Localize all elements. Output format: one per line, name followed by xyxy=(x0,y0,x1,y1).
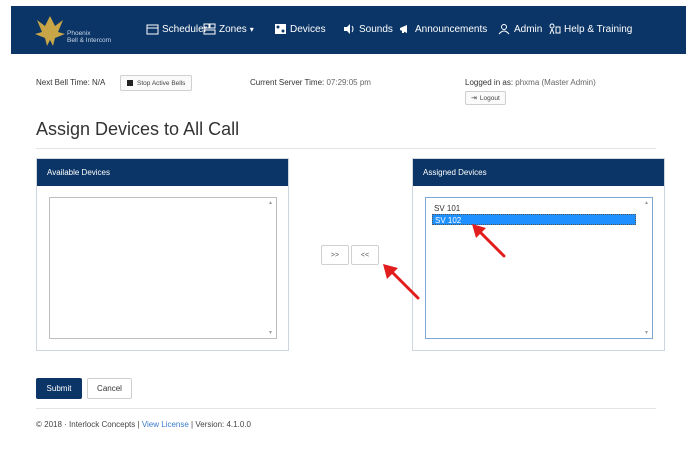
speaker-icon xyxy=(344,24,354,34)
devices-icon xyxy=(275,24,286,34)
stop-active-bells-label: Stop Active Bells xyxy=(137,79,186,87)
logged-in-status: Logged in as: phxma (Master Admin) xyxy=(465,78,596,87)
phoenix-bird-icon xyxy=(35,16,65,46)
next-bell-value: N/A xyxy=(92,78,106,87)
server-time-status: Current Server Time: 07:29:05 pm xyxy=(250,78,371,87)
footer-version: | Version: 4.1.0.0 xyxy=(191,420,251,429)
user-icon xyxy=(498,24,510,35)
assigned-devices-header: Assigned Devices xyxy=(413,159,664,186)
annotation-arrow-icon xyxy=(383,264,420,300)
nav-devices-label: Devices xyxy=(290,23,326,35)
top-navbar: Phoenix Bell & Intercom Scheduler Zones … xyxy=(11,6,686,54)
stop-active-bells-button[interactable]: Stop Active Bells xyxy=(120,75,193,91)
calendar-icon xyxy=(146,24,159,35)
submit-button[interactable]: Submit xyxy=(36,378,82,399)
stop-icon xyxy=(127,80,133,86)
logged-in-label: Logged in as: xyxy=(465,78,514,87)
next-bell-status: Next Bell Time: N/A xyxy=(36,78,105,87)
nav-zones[interactable]: Zones ▾ xyxy=(203,23,254,35)
list-item-sv101[interactable]: SV 101 xyxy=(432,203,636,214)
zones-icon xyxy=(203,23,216,35)
scroll-down-icon[interactable]: ▼ xyxy=(268,330,273,336)
server-time-label: Current Server Time: xyxy=(250,78,325,87)
nav-sounds[interactable]: Sounds xyxy=(343,23,393,35)
logout-label: Logout xyxy=(479,94,500,102)
megaphone-icon xyxy=(400,25,407,33)
nav-admin[interactable]: Admin xyxy=(498,23,542,35)
main-panel: Next Bell Time: N/A Stop Active Bells Cu… xyxy=(24,67,669,449)
available-devices-listbox[interactable]: ▲ ▼ xyxy=(49,197,277,339)
remove-device-button[interactable]: << xyxy=(351,245,379,265)
nav-scheduler-label: Scheduler xyxy=(162,23,208,35)
available-devices-header: Available Devices xyxy=(37,159,288,186)
nav-scheduler[interactable]: Scheduler xyxy=(146,23,207,35)
server-time-value: 07:29:05 pm xyxy=(326,78,371,87)
nav-help-label: Help & Training xyxy=(564,23,633,35)
assigned-devices-panel: Assigned Devices SV 101 SV 102 ▲ ▼ xyxy=(412,158,665,351)
available-devices-panel: Available Devices ▲ ▼ xyxy=(36,158,289,351)
cancel-button[interactable]: Cancel xyxy=(87,378,132,399)
chevron-down-icon: ▾ xyxy=(249,24,254,34)
nav-announcements-label: Announcements xyxy=(415,23,488,35)
scroll-up-icon[interactable]: ▲ xyxy=(644,200,649,206)
add-device-button[interactable]: >> xyxy=(321,245,349,265)
phoenix-logo[interactable]: Phoenix Bell & Intercom xyxy=(33,12,123,50)
nav-admin-label: Admin xyxy=(514,23,543,35)
view-license-link[interactable]: View License xyxy=(142,420,189,429)
brand-name: Phoenix xyxy=(67,30,91,37)
footer-divider xyxy=(36,408,656,409)
annotation-arrow-icon xyxy=(472,224,506,258)
scroll-up-icon[interactable]: ▲ xyxy=(268,200,273,206)
logged-in-value: phxma (Master Admin) xyxy=(515,78,596,87)
footer: © 2018 · Interlock Concepts | View Licen… xyxy=(36,420,251,429)
title-divider xyxy=(36,148,656,149)
footer-copyright: © 2018 · Interlock Concepts | xyxy=(36,420,140,429)
assigned-devices-listbox[interactable]: SV 101 SV 102 ▲ ▼ xyxy=(425,197,653,339)
brand-subtitle: Bell & Intercom xyxy=(67,37,112,44)
nav-zones-label: Zones xyxy=(219,23,247,35)
logout-icon: ⇥ xyxy=(471,95,477,102)
scroll-down-icon[interactable]: ▼ xyxy=(644,330,649,336)
nav-help[interactable]: Help & Training xyxy=(548,23,632,35)
help-icon xyxy=(549,23,561,35)
logout-button[interactable]: ⇥ Logout xyxy=(465,91,506,105)
page-title: Assign Devices to All Call xyxy=(36,119,240,139)
list-item-sv102-selected[interactable]: SV 102 xyxy=(432,214,636,225)
next-bell-label: Next Bell Time: xyxy=(36,78,90,87)
nav-devices[interactable]: Devices xyxy=(274,23,326,35)
nav-sounds-label: Sounds xyxy=(359,23,393,35)
nav-announcements[interactable]: Announcements xyxy=(399,23,487,35)
